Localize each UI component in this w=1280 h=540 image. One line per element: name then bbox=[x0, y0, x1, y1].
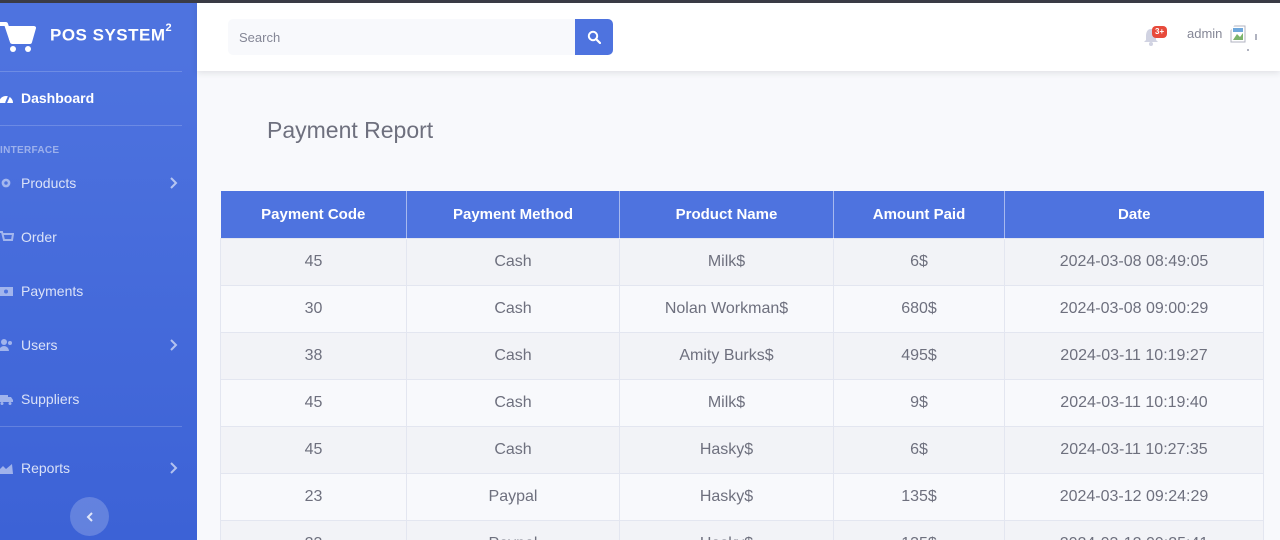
amount-paid-cell: 495$ bbox=[833, 331, 1005, 379]
product-name-cell: Milk$ bbox=[619, 378, 834, 426]
chevron-right-icon bbox=[170, 462, 178, 474]
table-row: 45 Cash Milk$ 6$ 2024-03-08 08:49:05 bbox=[220, 237, 1264, 285]
amount-paid-cell: 6$ bbox=[833, 425, 1005, 473]
cart-icon bbox=[0, 231, 14, 241]
product-name-cell: Nolan Workman$ bbox=[619, 284, 834, 332]
payment-code-cell: 45 bbox=[220, 425, 407, 473]
sidebar-item-payments[interactable]: Payments bbox=[0, 276, 197, 306]
payment-method-cell: Paypal bbox=[406, 519, 620, 540]
column-header-payment-method[interactable]: Payment Method bbox=[406, 191, 620, 238]
window-top-strip bbox=[0, 0, 1280, 3]
table-row: 23 Paypal Hasky$ 135$ 2024-03-12 09:24:2… bbox=[220, 472, 1264, 520]
date-cell: 2024-03-12 09:24:29 bbox=[1004, 472, 1264, 520]
payment-method-cell: Cash bbox=[406, 237, 620, 285]
chevron-right-icon bbox=[170, 339, 178, 351]
topbar: 3+ admin bbox=[197, 3, 1280, 71]
user-name[interactable]: admin bbox=[1187, 26, 1222, 41]
search-form bbox=[228, 19, 613, 55]
sidebar-item-dashboard[interactable]: Dashboard bbox=[0, 83, 197, 113]
table-row: 30 Cash Nolan Workman$ 680$ 2024-03-08 0… bbox=[220, 284, 1264, 332]
sidebar-divider bbox=[0, 125, 182, 126]
payment-code-cell: 45 bbox=[220, 237, 407, 285]
payment-method-cell: Cash bbox=[406, 378, 620, 426]
date-cell: 2024-03-11 10:19:40 bbox=[1004, 378, 1264, 426]
payment-code-cell: 23 bbox=[220, 472, 407, 520]
date-cell: 2024-03-12 09:25:41 bbox=[1004, 519, 1264, 540]
sidebar-item-products[interactable]: Products bbox=[0, 168, 197, 198]
sidebar-item-label: Order bbox=[21, 229, 57, 245]
date-cell: 2024-03-08 09:00:29 bbox=[1004, 284, 1264, 332]
product-name-cell: Hasky$ bbox=[619, 519, 834, 540]
brand-superscript: 2 bbox=[165, 22, 173, 34]
table-header-row: Payment Code Payment Method Product Name… bbox=[220, 191, 1264, 238]
page-title: Payment Report bbox=[267, 117, 434, 143]
payment-method-cell: Cash bbox=[406, 331, 620, 379]
amount-paid-cell: 9$ bbox=[833, 378, 1005, 426]
tachometer-icon bbox=[0, 95, 13, 104]
column-header-product-name[interactable]: Product Name bbox=[619, 191, 834, 238]
table-row: 45 Cash Milk$ 9$ 2024-03-11 10:19:40 bbox=[220, 378, 1264, 426]
search-button[interactable] bbox=[575, 19, 613, 55]
sidebar-item-order[interactable]: Order bbox=[0, 222, 197, 252]
payment-method-cell: Paypal bbox=[406, 472, 620, 520]
table-row: 38 Cash Amity Burks$ 495$ 2024-03-11 10:… bbox=[220, 331, 1264, 379]
payment-method-cell: Cash bbox=[406, 425, 620, 473]
product-name-cell: Hasky$ bbox=[619, 425, 834, 473]
column-header-amount-paid[interactable]: Amount Paid bbox=[833, 191, 1005, 238]
chevron-right-icon bbox=[170, 177, 178, 189]
payment-code-cell: 38 bbox=[220, 331, 407, 379]
broken-image-icon bbox=[1230, 25, 1257, 51]
sidebar-item-users[interactable]: Users bbox=[0, 330, 197, 360]
amount-paid-cell: 680$ bbox=[833, 284, 1005, 332]
alerts-badge: 3+ bbox=[1152, 26, 1168, 38]
search-input[interactable] bbox=[228, 19, 575, 55]
sidebar-divider bbox=[0, 426, 182, 427]
product-name-cell: Hasky$ bbox=[619, 472, 834, 520]
sidebar: POS SYSTEM2 Dashboard INTERFACE Products… bbox=[0, 3, 197, 540]
sidebar-divider bbox=[0, 71, 182, 72]
search-icon bbox=[587, 30, 601, 44]
sidebar-toggle-button[interactable] bbox=[70, 497, 109, 536]
table-row: 45 Cash Hasky$ 6$ 2024-03-11 10:27:35 bbox=[220, 425, 1264, 473]
payment-code-cell: 30 bbox=[220, 284, 407, 332]
date-cell: 2024-03-11 10:27:35 bbox=[1004, 425, 1264, 473]
chevron-left-icon bbox=[86, 511, 93, 522]
product-name-cell: Milk$ bbox=[619, 237, 834, 285]
payment-method-cell: Cash bbox=[406, 284, 620, 332]
sidebar-item-label: Dashboard bbox=[21, 90, 95, 106]
cog-icon bbox=[1, 178, 11, 188]
column-header-payment-code[interactable]: Payment Code bbox=[220, 191, 407, 238]
amount-paid-cell: 6$ bbox=[833, 237, 1005, 285]
brand-name: POS SYSTEM2 bbox=[50, 22, 173, 45]
sidebar-item-label: Products bbox=[21, 175, 77, 191]
payment-report-table: Payment Code Payment Method Product Name… bbox=[220, 191, 1264, 540]
table-row: 23 Paypal Hasky$ 135$ 2024-03-12 09:25:4… bbox=[220, 519, 1264, 540]
column-header-date[interactable]: Date bbox=[1004, 191, 1264, 238]
money-bill-icon bbox=[0, 287, 13, 296]
payment-code-cell: 45 bbox=[220, 378, 407, 426]
area-chart-icon bbox=[0, 464, 13, 474]
avatar[interactable] bbox=[1229, 22, 1259, 52]
sidebar-heading: INTERFACE bbox=[0, 145, 60, 156]
sidebar-item-reports[interactable]: Reports bbox=[0, 453, 197, 483]
amount-paid-cell: 135$ bbox=[833, 519, 1005, 540]
shopping-cart-icon bbox=[0, 22, 36, 52]
sidebar-item-suppliers[interactable]: Suppliers bbox=[0, 384, 197, 414]
amount-paid-cell: 135$ bbox=[833, 472, 1005, 520]
sidebar-item-label: Payments bbox=[21, 283, 84, 299]
truck-icon bbox=[0, 395, 13, 405]
date-cell: 2024-03-08 08:49:05 bbox=[1004, 237, 1264, 285]
sidebar-item-label: Suppliers bbox=[21, 391, 80, 407]
sidebar-brand[interactable]: POS SYSTEM2 bbox=[0, 3, 197, 71]
sidebar-item-label: Users bbox=[21, 337, 58, 353]
date-cell: 2024-03-11 10:19:27 bbox=[1004, 331, 1264, 379]
product-name-cell: Amity Burks$ bbox=[619, 331, 834, 379]
payment-code-cell: 23 bbox=[220, 519, 407, 540]
sidebar-item-label: Reports bbox=[21, 460, 71, 476]
users-icon bbox=[0, 339, 12, 351]
